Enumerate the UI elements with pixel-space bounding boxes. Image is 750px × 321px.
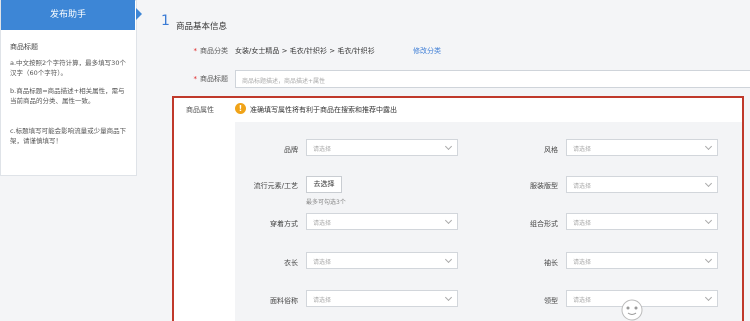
chevron-down-icon	[704, 293, 713, 302]
attributes-warning: 准确填写属性将有利于商品在搜索和推荐中露出	[250, 106, 397, 114]
fabric-label: 面料俗称	[270, 297, 298, 305]
tip-a: a.中文按照2个字符计算，最多填写30个汉字（60个字符）。	[10, 59, 126, 77]
combo-select[interactable]: 请选择	[566, 213, 718, 230]
category-path: 女装/女士精品 > 毛衣/针织衫 > 毛衣/针织衫	[235, 47, 375, 55]
sleeve-label: 袖长	[544, 259, 558, 267]
craft-label: 流行元素/工艺	[253, 182, 298, 190]
chevron-down-icon	[444, 293, 453, 302]
wear-select[interactable]: 请选择	[306, 213, 458, 230]
craft-hint: 最多可勾选3个	[306, 199, 346, 206]
tip-b: b.商品标题=商品描述+相关属性，需与当前商品的分类、属性一致。	[10, 87, 125, 105]
chevron-down-icon	[444, 255, 453, 264]
fabric-select[interactable]: 请选择	[306, 290, 458, 307]
wear-label: 穿着方式	[270, 220, 298, 228]
chevron-down-icon	[444, 216, 453, 225]
collar-label: 领型	[544, 297, 558, 305]
warning-icon: !	[235, 103, 246, 114]
header-pointer-icon	[136, 8, 142, 20]
brand-label: 品牌	[284, 146, 298, 154]
sidebar-section-title: 商品标题	[10, 43, 38, 51]
style-label: 风格	[544, 146, 558, 154]
tip-c: c.标题填写可能会影响流量或少量商品下架，请谨慎填写！	[10, 127, 127, 145]
chevron-down-icon	[704, 255, 713, 264]
category-label: * 商品分类	[193, 47, 229, 55]
title-input[interactable]: 商品标题描述，商品描述+属性	[235, 70, 750, 88]
fit-select[interactable]: 请选择	[566, 176, 718, 193]
section-number: 1	[161, 13, 170, 29]
edit-category-link[interactable]: 修改分类	[413, 46, 441, 56]
chevron-down-icon	[704, 179, 713, 188]
style-select[interactable]: 请选择	[566, 139, 718, 156]
choose-craft-button[interactable]: 去选择	[306, 176, 342, 193]
fit-label: 服装版型	[530, 182, 558, 190]
brand-select[interactable]: 请选择	[306, 139, 458, 156]
sleeve-select[interactable]: 请选择	[566, 252, 718, 269]
chevron-down-icon	[704, 142, 713, 151]
section-title: 商品基本信息	[176, 22, 228, 32]
chevron-down-icon	[704, 216, 713, 225]
chevron-down-icon	[444, 142, 453, 151]
attributes-label: 商品属性	[186, 106, 214, 114]
length-select[interactable]: 请选择	[306, 252, 458, 269]
assistant-header: 发布助手	[1, 0, 135, 30]
title-label: * 商品标题	[193, 75, 229, 83]
combo-label: 组合形式	[530, 220, 558, 228]
length-label: 衣长	[284, 259, 298, 267]
mascot-icon	[621, 299, 643, 321]
